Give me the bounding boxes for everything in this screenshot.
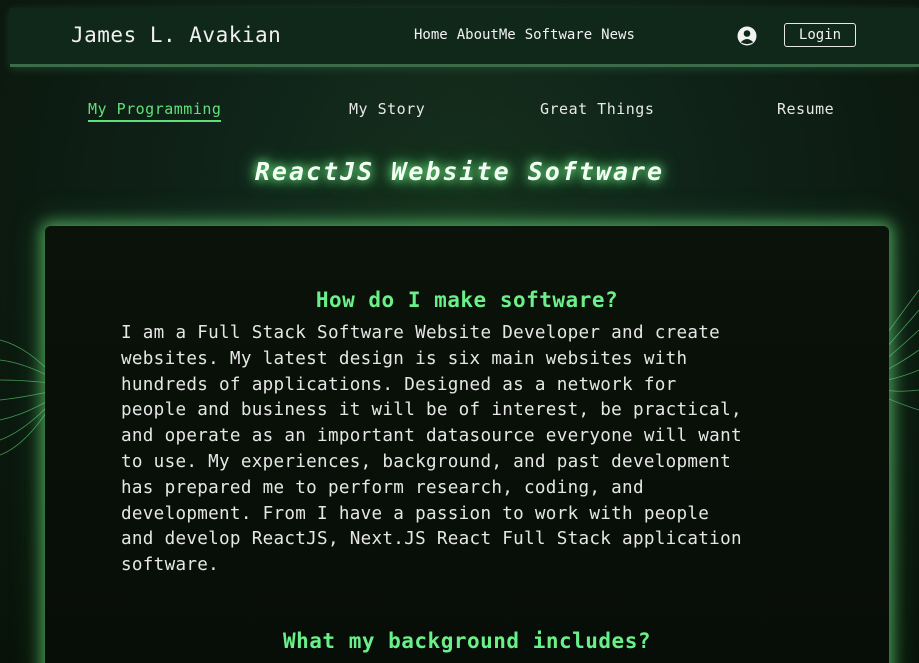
nav-software[interactable]: Software: [525, 27, 592, 43]
paragraph-line: people and business it will be of intere…: [121, 400, 742, 421]
login-button[interactable]: Login: [784, 23, 856, 47]
paragraph-line: and develop ReactJS, Next.JS React Full …: [121, 529, 742, 550]
nav-news[interactable]: News: [601, 27, 635, 43]
subnav-great-things[interactable]: Great Things: [540, 100, 654, 118]
page-title: ReactJS Website Software: [254, 157, 665, 186]
nav-aboutme[interactable]: AboutMe: [457, 27, 516, 43]
paragraph-line: has prepared me to perform research, cod…: [121, 477, 644, 498]
section-heading-background: What my background includes?: [282, 629, 651, 653]
paragraph-line: development. From I have a passion to wo…: [121, 503, 710, 524]
subnav-resume[interactable]: Resume: [777, 100, 834, 118]
brand-name[interactable]: James L. Avakian: [71, 23, 281, 47]
paragraph-line: and operate as an important datasource e…: [121, 426, 742, 447]
paragraph-line: to use. My experiences, background, and …: [121, 451, 731, 472]
top-navbar: James L. Avakian Home AboutMe Software N…: [10, 8, 919, 67]
subnav-my-story[interactable]: My Story: [349, 100, 425, 118]
user-circle-icon[interactable]: [737, 26, 757, 46]
nav-home[interactable]: Home: [414, 27, 448, 43]
content-card: How do I make software? I am a Full Stac…: [45, 226, 889, 663]
intro-paragraph: I am a Full Stack Software Website Devel…: [121, 321, 861, 579]
nav-links: Home AboutMe Software News: [414, 27, 635, 43]
section-subnav: My Programming My Story Great Things Res…: [0, 100, 919, 126]
section-heading-make-software: How do I make software?: [315, 288, 619, 312]
paragraph-line: software.: [121, 555, 220, 576]
paragraph-line: I am a Full Stack Software Website Devel…: [121, 323, 721, 343]
paragraph-line: hundreds of applications. Designed as a …: [121, 374, 677, 395]
paragraph-line: websites. My latest design is six main w…: [121, 348, 688, 369]
page: James L. Avakian Home AboutMe Software N…: [0, 0, 919, 663]
subnav-my-programming[interactable]: My Programming: [88, 100, 222, 122]
